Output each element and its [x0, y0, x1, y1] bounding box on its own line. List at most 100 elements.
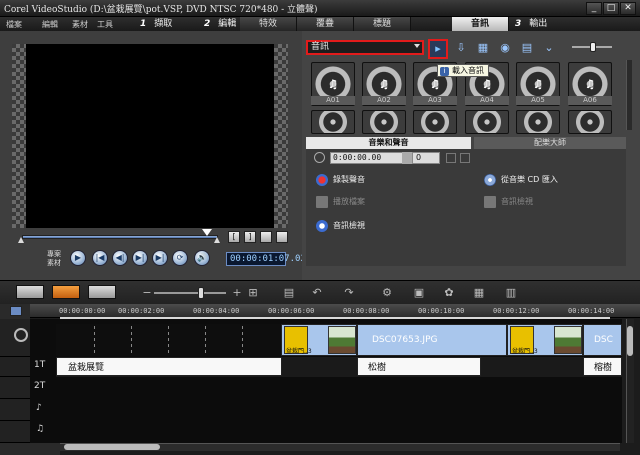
load-audio-tooltip: i 載入音訊: [437, 64, 489, 77]
tab-music-and-voice[interactable]: 音樂和聲音: [306, 137, 471, 149]
preview-border-right: [274, 44, 288, 228]
timeline-mode-icon[interactable]: [10, 306, 22, 316]
menu-clip[interactable]: 素材: [72, 19, 88, 30]
home-icon[interactable]: |◀: [92, 250, 108, 266]
trim-right-icon[interactable]: [214, 237, 220, 243]
audio-thumbnail[interactable]: [311, 110, 355, 134]
undo-icon[interactable]: ↶: [308, 285, 326, 301]
clip-volume-field[interactable]: 0: [412, 152, 440, 164]
tab-overlay[interactable]: 覆疊: [297, 17, 354, 31]
load-audio-button[interactable]: ▸: [428, 39, 448, 59]
fade-out-icon[interactable]: [460, 153, 470, 163]
step-share[interactable]: 3 輸出: [515, 17, 575, 31]
audio-thumbnail[interactable]: [413, 110, 457, 134]
tab-auto-music[interactable]: 配樂大師: [474, 137, 626, 149]
duration-field[interactable]: 0:00:00.00: [330, 152, 404, 164]
menu-edit[interactable]: 編輯: [42, 19, 58, 30]
music-note-icon: ♫: [378, 77, 390, 91]
import-icon[interactable]: ⇩: [454, 41, 468, 55]
minimize-button[interactable]: _: [586, 2, 602, 15]
end-icon[interactable]: ▶|: [152, 250, 168, 266]
fit-project-icon[interactable]: ⊞: [244, 285, 262, 301]
tab-audio[interactable]: 音訊: [452, 17, 509, 31]
audio-thumbnail[interactable]: [362, 110, 406, 134]
library-category-select[interactable]: 音訊: [306, 40, 424, 55]
play-mode-label[interactable]: 專案 素材: [47, 250, 61, 268]
redo-icon[interactable]: ↷: [340, 285, 358, 301]
music-note-icon: ♫: [327, 77, 339, 91]
track-manager-icon[interactable]: ✿: [440, 285, 458, 301]
record-voice-option[interactable]: 錄製聲音: [316, 173, 365, 187]
thumbnail-label: A04: [465, 96, 509, 105]
previous-frame-icon[interactable]: ◀|: [112, 250, 128, 266]
audio-thumbnail[interactable]: [516, 110, 560, 134]
chapter-point-icon[interactable]: ▦: [470, 285, 488, 301]
audio-thumbnail[interactable]: [568, 110, 612, 134]
clip-filename: DSC: [594, 335, 613, 345]
ruler-tick: 00:00:08:00: [343, 307, 390, 315]
mark-in-button[interactable]: [: [228, 231, 240, 243]
library-scrollbar[interactable]: [626, 60, 632, 130]
repeat-icon[interactable]: ⟳: [172, 250, 188, 266]
expand-icon[interactable]: ⌄: [542, 41, 556, 55]
tab-effects[interactable]: 特效: [240, 17, 297, 31]
play-icon[interactable]: ▶: [70, 250, 86, 266]
title-track-2-label: 2T: [34, 381, 46, 391]
clip-filename: DSC07653.JPG: [372, 335, 438, 345]
timeline-view-button[interactable]: [52, 285, 80, 299]
trim-left-icon[interactable]: [18, 237, 24, 243]
close-button[interactable]: ✕: [620, 2, 636, 15]
next-frame-icon[interactable]: ▶|: [132, 250, 148, 266]
sort-icon[interactable]: ▤: [520, 41, 534, 55]
preview-border-left: [12, 44, 26, 228]
window-title: Corel VideoStudio (D:\盆栽展覽\pot.VSP, DVD …: [4, 5, 318, 15]
storyboard-view-button[interactable]: [16, 285, 44, 299]
menu-tools[interactable]: 工具: [97, 19, 113, 30]
audio-thumbnail[interactable]: [465, 110, 509, 134]
horizontal-scroll-thumb[interactable]: [64, 444, 160, 450]
library-manager-icon[interactable]: ▦: [476, 41, 490, 55]
mix-icon[interactable]: ▥: [502, 285, 520, 301]
timecode-display[interactable]: 00:00:01:07.02: [226, 252, 306, 266]
scrub-bar[interactable]: [22, 235, 218, 239]
volume-icon[interactable]: 🔊: [194, 250, 210, 266]
audio-view-option[interactable]: 音訊檢視: [316, 219, 365, 233]
vertical-scroll-thumb[interactable]: [627, 326, 633, 356]
clip-mode-label: 素材: [47, 259, 61, 267]
fade-in-icon[interactable]: [446, 153, 456, 163]
batch-convert-icon[interactable]: ▣: [410, 285, 428, 301]
scrub-head-icon[interactable]: [202, 229, 212, 236]
tab-title[interactable]: 標題: [354, 17, 411, 31]
ruler-tick: 00:00:12:00: [493, 307, 540, 315]
menu-file[interactable]: 檔案: [6, 19, 22, 30]
split-clip-icon[interactable]: [260, 231, 272, 243]
clip-thumbnail-text: 盆栽門..3: [286, 348, 312, 355]
scroll-corner: [0, 443, 60, 455]
ruler-tick: 00:00:06:00: [268, 307, 315, 315]
voice-track-header: [0, 399, 30, 421]
options-icon[interactable]: ◉: [498, 41, 512, 55]
timeline-zoom-knob[interactable]: [198, 287, 204, 299]
thumbnail-label: A03: [413, 96, 457, 105]
title-track-2-header: [0, 377, 30, 399]
mark-out-button[interactable]: ]: [244, 231, 256, 243]
timeline-zoom-slider[interactable]: [154, 292, 226, 294]
insert-media-icon[interactable]: ▤: [280, 285, 298, 301]
enlarge-preview-icon[interactable]: [276, 231, 288, 243]
film-reel-icon[interactable]: [14, 328, 28, 342]
speaker-icon: [402, 152, 412, 164]
info-icon: i: [440, 67, 449, 76]
step-capture[interactable]: 1 擷取: [140, 17, 200, 31]
music-note-icon: ♫: [584, 77, 596, 91]
thumbnail-zoom-knob[interactable]: [590, 42, 596, 52]
play-file-option: 播放檔案: [316, 195, 365, 209]
title-clip-text: 松樹: [368, 363, 387, 373]
chevron-down-icon[interactable]: [414, 44, 420, 48]
play-file-icon: [316, 195, 328, 208]
import-from-cd-option[interactable]: 從音樂 CD 匯入: [484, 173, 558, 187]
audio-view-icon: [484, 195, 496, 208]
smart-proxy-icon[interactable]: ⚙: [378, 285, 396, 301]
audio-view-button[interactable]: [88, 285, 116, 299]
audio-view-icon: [316, 219, 328, 232]
maximize-button[interactable]: □: [603, 2, 619, 15]
